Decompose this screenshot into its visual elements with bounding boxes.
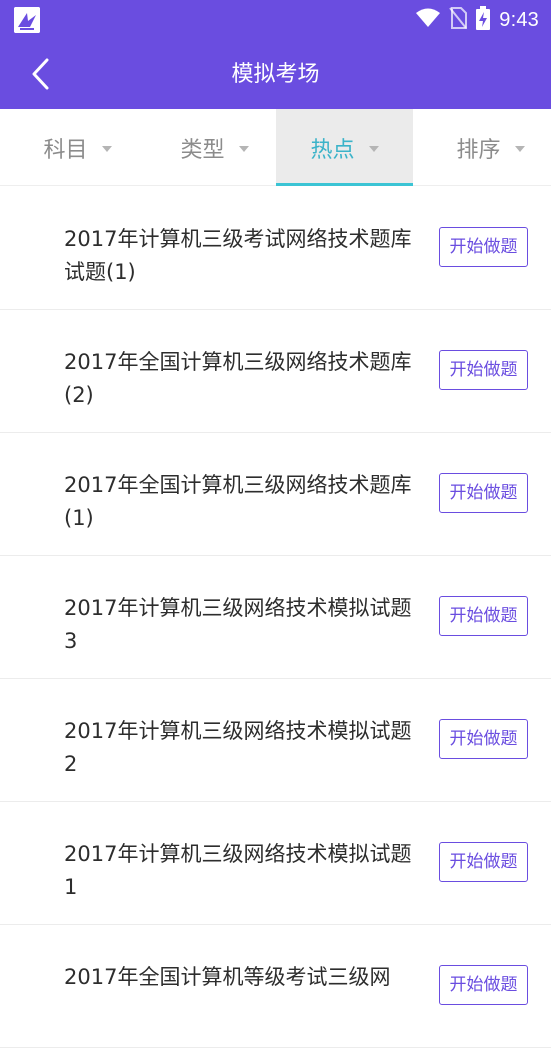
list-item: 2017年计算机三级网络技术模拟试题3 开始做题 xyxy=(0,556,551,679)
tab-label: 类型 xyxy=(180,137,225,163)
exam-title[interactable]: 2017年计算机三级网络技术模拟试题3 xyxy=(64,592,424,658)
active-tab-indicator xyxy=(276,183,413,186)
tab-type[interactable]: 类型 xyxy=(146,109,283,186)
start-practice-button[interactable]: 开始做题 xyxy=(439,842,528,882)
list-item: 2017年计算机三级网络技术模拟试题2 开始做题 xyxy=(0,679,551,802)
app-icon xyxy=(14,7,40,33)
status-bar: 9:43 xyxy=(0,0,551,40)
page-title: 模拟考场 xyxy=(231,62,320,87)
tab-subject[interactable]: 科目 xyxy=(9,109,146,186)
tab-label: 排序 xyxy=(456,137,501,163)
battery-charging-icon xyxy=(476,6,491,34)
start-practice-button[interactable]: 开始做题 xyxy=(439,350,528,390)
dropdown-caret-icon xyxy=(238,146,249,152)
exam-title[interactable]: 2017年计算机三级网络技术模拟试题1 xyxy=(64,838,424,904)
dropdown-caret-icon xyxy=(514,146,525,152)
start-practice-button[interactable]: 开始做题 xyxy=(439,227,528,267)
exam-list: 2017年计算机三级考试网络技术题库试题(1) 开始做题 2017年全国计算机三… xyxy=(0,187,551,1048)
exam-title[interactable]: 2017年计算机三级考试网络技术题库试题(1) xyxy=(64,223,424,289)
dropdown-caret-icon xyxy=(368,146,379,152)
exam-title[interactable]: 2017年全国计算机三级网络技术题库(1) xyxy=(64,469,424,535)
no-sim-icon xyxy=(449,7,468,33)
tab-sort[interactable]: 排序 xyxy=(422,109,551,186)
list-item: 2017年计算机三级考试网络技术题库试题(1) 开始做题 xyxy=(0,187,551,310)
list-item: 2017年全国计算机等级考试三级网 开始做题 xyxy=(0,925,551,1048)
status-icons: 9:43 xyxy=(416,0,539,40)
list-item: 2017年全国计算机三级网络技术题库(1) 开始做题 xyxy=(0,433,551,556)
exam-title[interactable]: 2017年计算机三级网络技术模拟试题2 xyxy=(64,715,424,781)
tab-label: 科目 xyxy=(43,137,88,163)
tab-label: 热点 xyxy=(310,137,355,163)
app-bar: 模拟考场 xyxy=(0,40,551,109)
start-practice-button[interactable]: 开始做题 xyxy=(439,473,528,513)
start-practice-button[interactable]: 开始做题 xyxy=(439,596,528,636)
wifi-icon xyxy=(416,8,441,32)
status-time: 9:43 xyxy=(499,8,539,31)
tab-hot[interactable]: 热点 xyxy=(276,109,413,186)
exam-title[interactable]: 2017年全国计算机等级考试三级网 xyxy=(64,961,424,994)
start-practice-button[interactable]: 开始做题 xyxy=(439,719,528,759)
exam-title[interactable]: 2017年全国计算机三级网络技术题库(2) xyxy=(64,346,424,412)
filter-bar: 科目 类型 热点 排序 xyxy=(0,109,551,186)
list-item: 2017年计算机三级网络技术模拟试题1 开始做题 xyxy=(0,802,551,925)
start-practice-button[interactable]: 开始做题 xyxy=(439,965,528,1005)
dropdown-caret-icon xyxy=(101,146,112,152)
list-item: 2017年全国计算机三级网络技术题库(2) 开始做题 xyxy=(0,310,551,433)
